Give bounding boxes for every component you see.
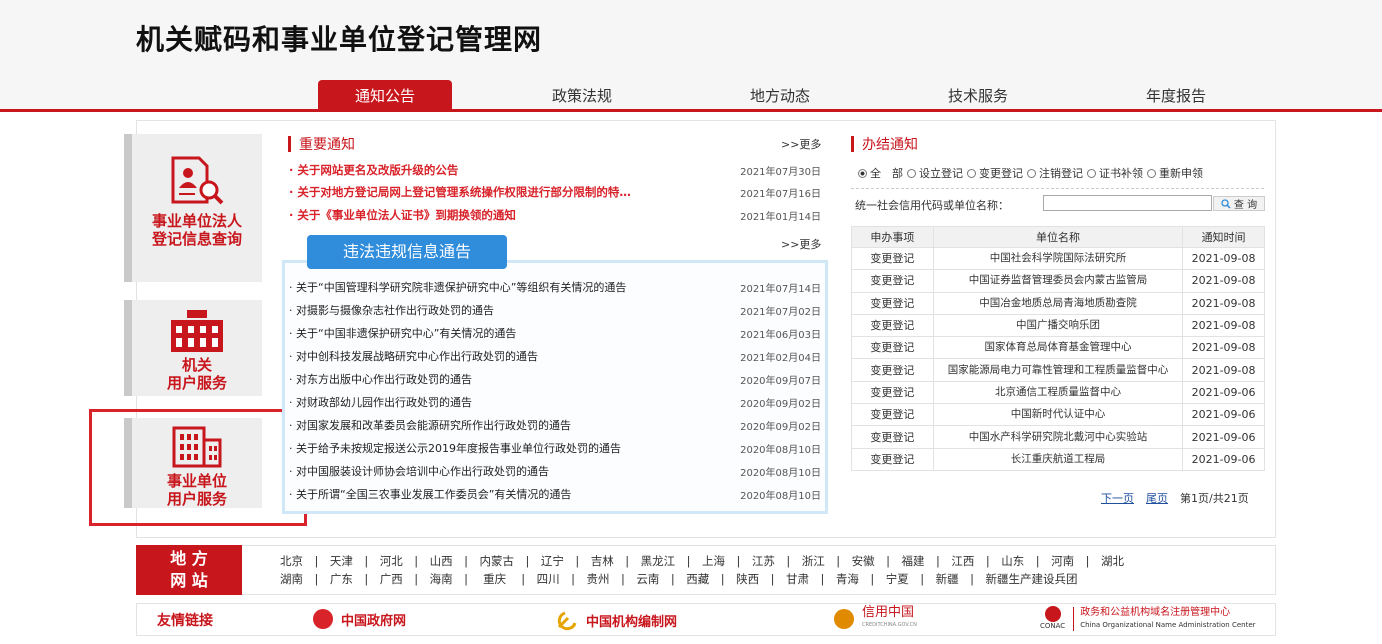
nav-tab-tech-service[interactable]: 技术服务	[913, 80, 1043, 110]
pagination: 下一页 尾页 第1页/共21页	[1101, 490, 1249, 506]
table-row[interactable]: 变更登记 中国新时代认证中心 2021-09-06	[851, 403, 1265, 427]
highlight-frame	[89, 409, 307, 526]
results-title: 办结通知	[862, 137, 918, 153]
filter-establish[interactable]: 设立登记	[907, 165, 963, 181]
nav-divider	[0, 109, 1382, 112]
link-credit-china[interactable]: 信用中国 CREDITCHINA.GOV.CN	[834, 606, 917, 632]
results-header: 办结通知	[851, 134, 918, 154]
violation-item[interactable]: · 对中国服装设计师协会培训中心作出行政处罚的通告 2020年08月10日	[289, 460, 821, 482]
page-info: 第1页/共21页	[1180, 492, 1249, 505]
violation-item[interactable]: · 关于所谓“全国三农事业发展工作委员会”有关情况的通告 2020年08月10日	[289, 483, 821, 505]
violation-item[interactable]: · 关于“中国非遗保护研究中心”有关情况的通告 2021年06月03日	[289, 322, 821, 344]
nav-tab-annual-report[interactable]: 年度报告	[1111, 80, 1241, 110]
legal-query-button[interactable]: 事业单位法人 登记信息查询	[124, 134, 262, 282]
violation-item[interactable]: · 对东方出版中心作出行政处罚的通告 2020年09月07日	[289, 368, 821, 390]
nav-tab-policies[interactable]: 政策法规	[517, 80, 647, 110]
conac-logo-icon	[1044, 606, 1061, 622]
filter-change[interactable]: 变更登记	[967, 165, 1023, 181]
legal-query-label-1: 事业单位法人	[151, 212, 242, 230]
violations-title[interactable]: 违法违规信息通告	[307, 235, 507, 269]
important-item[interactable]: · 关于对地方登记局网上登记管理系统操作权限进行部分限制的特… 2021年07月…	[289, 181, 821, 203]
region-links-row-1[interactable]: 北京 | 天津 | 河北 | 山西 | 内蒙古 | 辽宁 | 吉林 | 黑龙江 …	[280, 553, 1124, 569]
table-row[interactable]: 变更登记 北京通信工程质量监督中心 2021-09-06	[851, 380, 1265, 405]
important-item[interactable]: · 关于《事业单位法人证书》到期换领的通知 2021年01月14日	[289, 204, 821, 226]
link-gov-cn[interactable]: 中国政府网	[313, 609, 406, 629]
filter-reissue[interactable]: 证书补领	[1087, 165, 1143, 181]
gov-service-label-2: 用户服务	[166, 374, 227, 392]
gov-user-service-button[interactable]: 机关 用户服务	[124, 300, 262, 396]
violation-item[interactable]: · 对财政部幼儿园作出行政处罚的通告 2020年09月02日	[289, 391, 821, 413]
table-row[interactable]: 变更登记 中国冶金地质总局青海地质勘查院 2021-09-08	[851, 291, 1265, 315]
violation-item[interactable]: · 对摄影与摄像杂志社作出行政处罚的通告 2021年07月02日	[289, 299, 821, 321]
main-nav: 通知公告 政策法规 地方动态 技术服务 年度报告	[318, 80, 1241, 110]
column-header: 申办事项	[851, 226, 934, 248]
table-row[interactable]: 变更登记 中国证券监督管理委员会内蒙古监管局 2021-09-08	[851, 269, 1265, 293]
legal-query-label-2: 登记信息查询	[151, 230, 242, 248]
important-notices-title: 重要通知	[299, 137, 355, 153]
link-scopsr[interactable]: 中国机构编制网	[556, 609, 677, 631]
region-links-row-2[interactable]: 湖南 | 广东 | 广西 | 海南 | 重庆 | 四川 | 贵州 | 云南 | …	[280, 571, 1078, 587]
search-icon	[1221, 198, 1231, 209]
friendly-links-label: 友情链接	[157, 613, 213, 629]
gov-service-label-1: 机关	[181, 356, 212, 374]
table-row[interactable]: 变更登记 国家能源局电力可靠性管理和工程质量监督中心 2021-09-08	[851, 358, 1265, 382]
nav-tab-notices[interactable]: 通知公告	[318, 80, 452, 110]
table-row[interactable]: 变更登记 中国水产科学研究院北戴河中心实验站 2021-09-06	[851, 425, 1265, 449]
important-item[interactable]: · 关于网站更名及改版升级的公告 2021年07月30日	[289, 159, 821, 181]
filter-cancel[interactable]: 注销登记	[1027, 165, 1083, 181]
column-header: 单位名称	[932, 226, 1184, 248]
filter-all[interactable]: 全 部	[858, 165, 903, 181]
search-button[interactable]: 查 询	[1213, 196, 1265, 211]
column-header: 通知时间	[1182, 226, 1265, 248]
national-emblem-icon	[313, 609, 333, 629]
nav-tab-local-news[interactable]: 地方动态	[715, 80, 845, 110]
search-label: 统一社会信用代码或单位名称：	[855, 199, 1009, 212]
regional-sites-label: 地 方 网 站	[136, 545, 242, 595]
results-table: 申办事项 单位名称 通知时间 变更登记 中国社会科学院国际法研究所 2021-09-…	[851, 226, 1265, 471]
filter-radio-group: 全 部 设立登记 变更登记 注销登记 证书补领 重新申领	[858, 165, 1207, 181]
violation-item[interactable]: · 关于给予未按规定报送公示2019年度报告事业单位行政处罚的通告 2020年08…	[289, 437, 821, 459]
table-row[interactable]: 变更登记 长江重庆航道工程局 2021-09-06	[851, 447, 1265, 471]
party-emblem-icon	[557, 611, 577, 631]
violation-item[interactable]: · 对中创科技发展战略研究中心作出行政处罚的通告 2021年02月04日	[289, 345, 821, 367]
search-input[interactable]	[1043, 195, 1212, 211]
link-conac[interactable]: CONAC 政务和公益机构域名注册管理中心 China Organization…	[1040, 606, 1256, 631]
next-page-link[interactable]: 下一页	[1101, 490, 1134, 506]
site-title[interactable]: 机关赋码和事业单位登记管理网	[136, 18, 542, 58]
important-notices-header: 重要通知	[288, 134, 355, 154]
credit-china-logo-icon	[834, 609, 854, 629]
building-icon	[171, 310, 223, 352]
divider	[851, 188, 1264, 189]
filter-reapply[interactable]: 重新申领	[1147, 165, 1203, 181]
violations-more-link[interactable]: >>更多	[781, 236, 821, 252]
table-row[interactable]: 变更登记 中国社会科学院国际法研究所 2021-09-08	[851, 246, 1265, 271]
violation-item[interactable]: · 关于“中国管理科学研究院非遗保护研究中心”等组织有关情况的通告 2021年07…	[289, 276, 821, 298]
table-row[interactable]: 变更登记 中国广播交响乐团 2021-09-08	[851, 313, 1265, 338]
last-page-link[interactable]: 尾页	[1146, 490, 1168, 506]
table-row[interactable]: 变更登记 国家体育总局体育基金管理中心 2021-09-08	[851, 336, 1265, 360]
important-more-link[interactable]: >>更多	[781, 136, 821, 152]
violation-item[interactable]: · 对国家发展和改革委员会能源研究所作出行政处罚的通告 2020年09月02日	[289, 414, 821, 436]
document-search-icon	[171, 156, 224, 205]
